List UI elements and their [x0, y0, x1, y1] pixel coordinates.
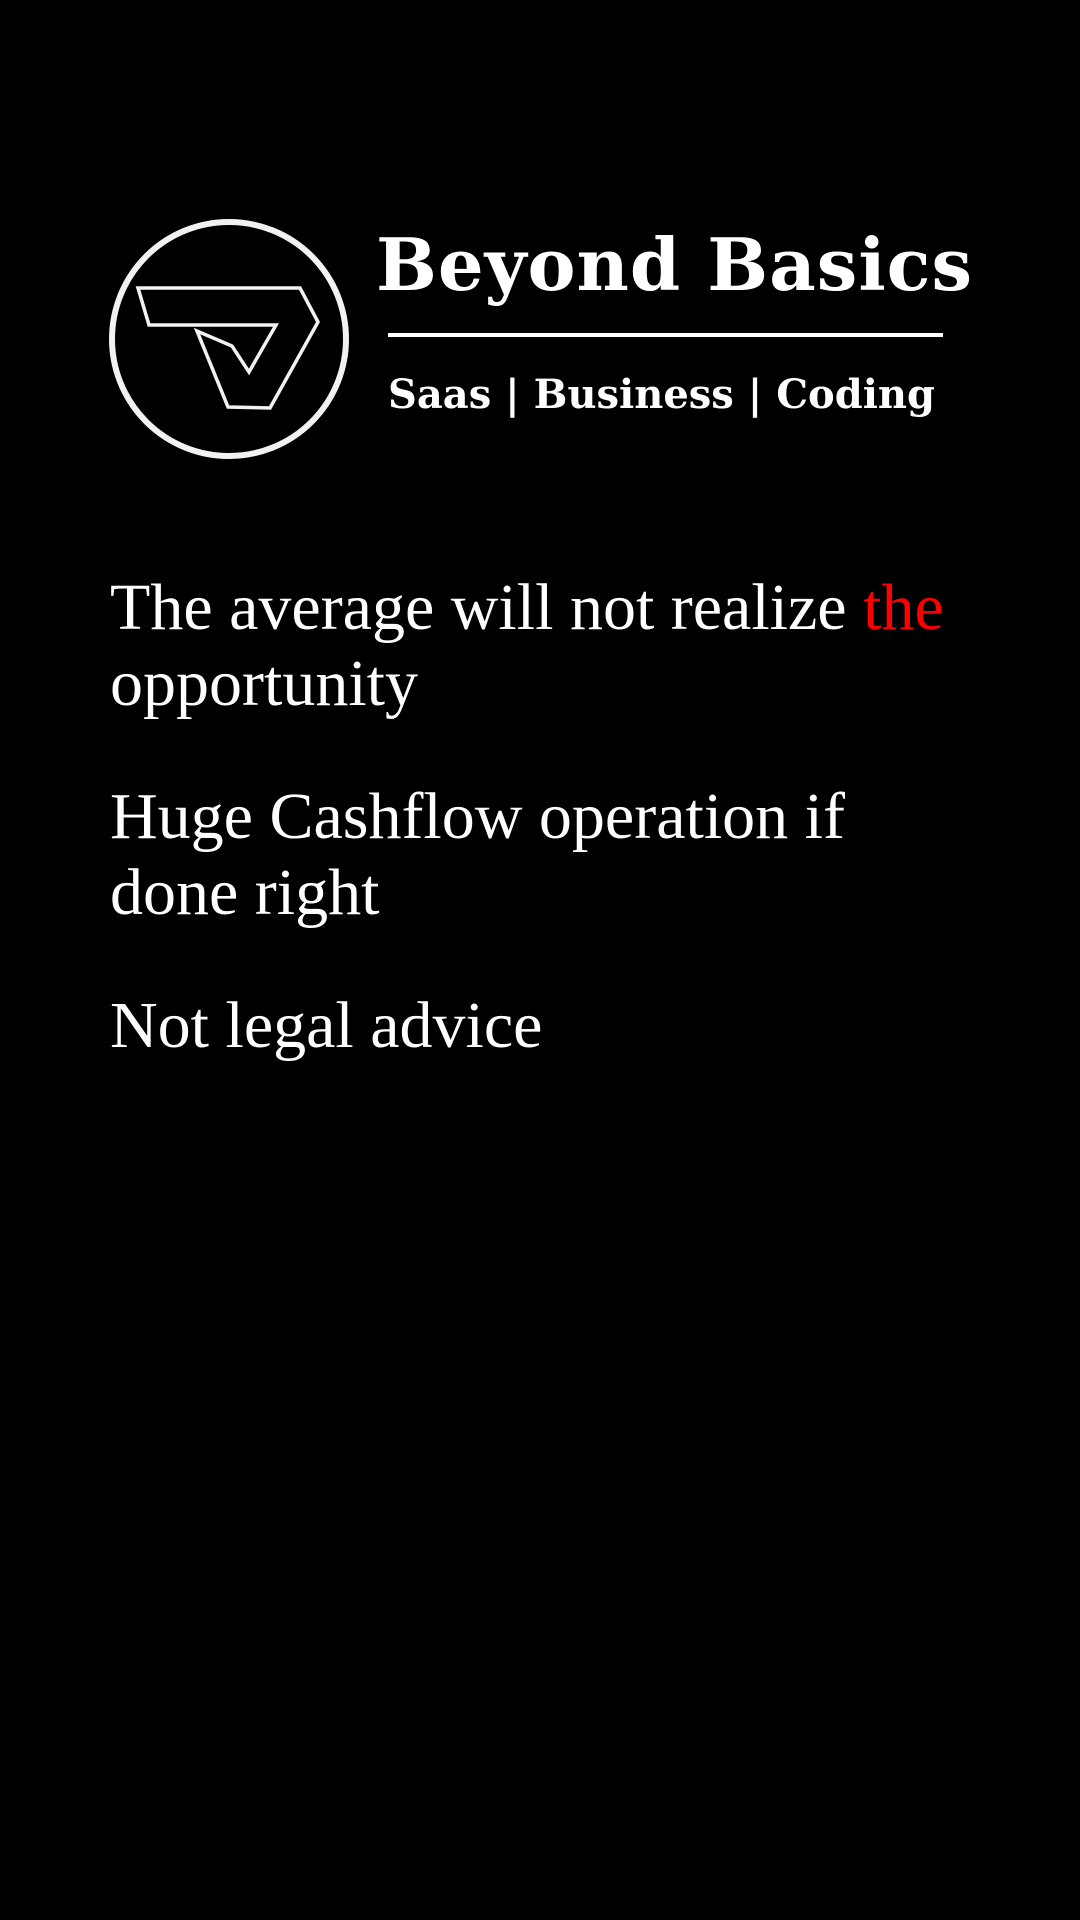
- statement-text: opportunity: [110, 647, 418, 720]
- highlighted-word: the: [863, 571, 944, 644]
- statement-text: The average will not realize: [110, 571, 864, 644]
- statement-list: The average will not realize the opportu…: [110, 570, 970, 1121]
- statement-opportunity: The average will not realize the opportu…: [110, 570, 970, 722]
- brand-tagline: Saas | Business | Coding: [388, 371, 935, 418]
- brand-title: Beyond Basics: [376, 222, 974, 307]
- brand-divider: [388, 333, 943, 337]
- statement-disclaimer: Not legal advice: [110, 989, 543, 1062]
- statement-cashflow: Huge Cashflow operation if done right: [110, 780, 845, 929]
- beyond-basics-emblem-icon: [109, 219, 349, 459]
